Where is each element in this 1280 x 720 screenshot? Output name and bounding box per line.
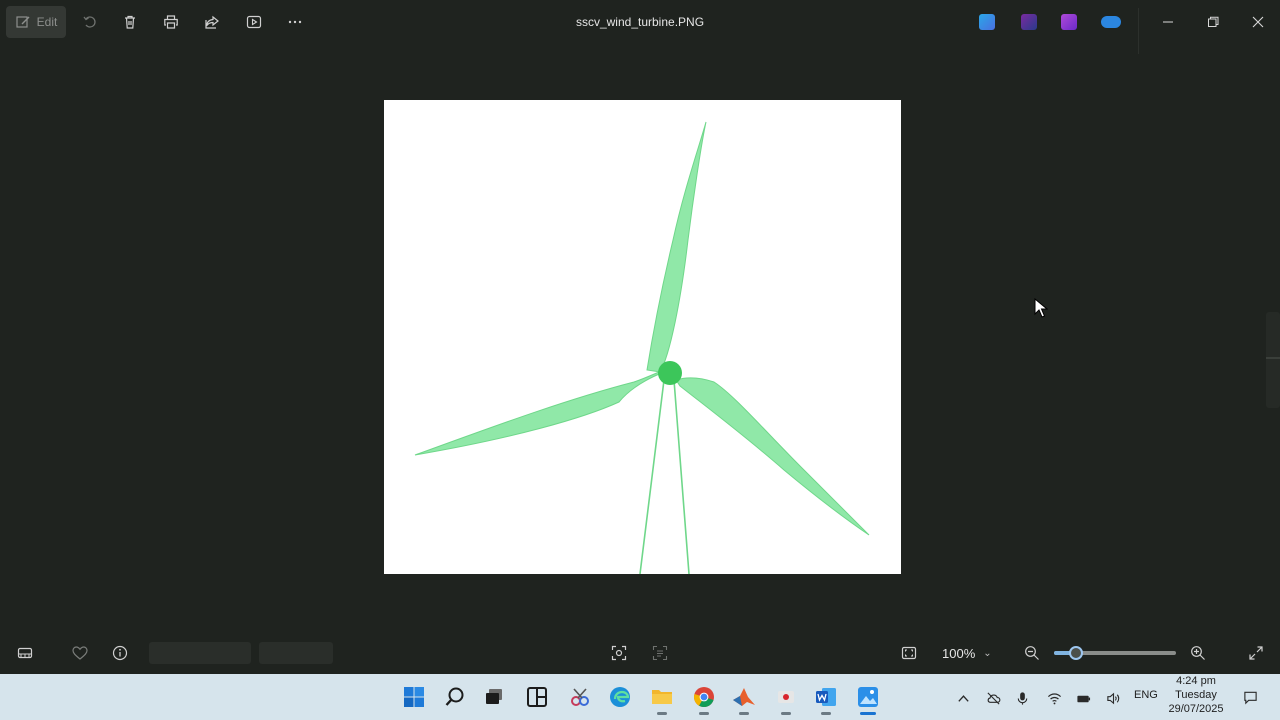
word-button[interactable] [812, 683, 840, 715]
chevron-down-icon: ⌄ [983, 647, 992, 659]
chevron-up-icon [957, 694, 969, 702]
video-editor-icon[interactable] [1061, 14, 1077, 30]
chat-bubble-icon [1243, 691, 1257, 704]
running-indicator [699, 712, 709, 715]
visual-search-button[interactable] [607, 641, 631, 665]
zoom-value: 100% [942, 645, 976, 661]
edge-icon [610, 687, 630, 707]
folder-icon [652, 690, 672, 704]
clock-date: 29/07/2025 [1168, 703, 1224, 715]
speaker-icon [1106, 692, 1119, 704]
running-indicator [739, 712, 749, 715]
microphone-button[interactable] [1012, 688, 1032, 708]
task-view-button[interactable] [480, 683, 508, 711]
start-button[interactable] [400, 683, 428, 711]
expand-icon [1249, 646, 1263, 660]
window-title: sscv_wind_turbine.PNG [575, 15, 705, 29]
maximize-button[interactable] [1197, 8, 1229, 36]
info-icon [112, 645, 128, 661]
mouse-cursor-icon [1034, 298, 1048, 318]
scrollbar[interactable] [1266, 312, 1280, 408]
taskbar: ENG 4:24 pm Tuesday 29/07/2025 [0, 674, 1280, 720]
turbine-blade-right [675, 377, 870, 536]
zoom-out-button[interactable] [1020, 641, 1044, 665]
wifi-icon [1047, 692, 1061, 704]
onedrive-icon[interactable] [1101, 16, 1121, 28]
copy-text-button[interactable] [648, 641, 672, 665]
turbine-blade-left [414, 369, 665, 456]
wind-turbine-image [414, 121, 870, 574]
turbine-tower [639, 379, 690, 574]
snipping-icon [571, 688, 589, 706]
recorder-button[interactable] [772, 683, 800, 715]
file-info-button[interactable] [108, 641, 132, 665]
bottom-toolbar: 100% ⌄ [0, 634, 1280, 672]
clock-weekday: Tuesday [1175, 689, 1217, 701]
running-indicator [781, 712, 791, 715]
restore-icon [1208, 16, 1219, 27]
running-indicator [821, 712, 831, 715]
text-scan-icon [652, 645, 668, 661]
full-screen-button[interactable] [1244, 641, 1268, 665]
file-explorer-button[interactable] [648, 683, 676, 715]
heart-icon [72, 646, 88, 660]
filmstrip-icon [17, 647, 33, 659]
designer-icon[interactable] [979, 14, 995, 30]
close-button[interactable] [1242, 8, 1274, 36]
top-toolbar: Edit sscv_wind_turbine.PNG [0, 0, 1280, 54]
snipping-tool-button[interactable] [566, 683, 594, 711]
chrome-icon [694, 687, 714, 708]
cloud-off-icon [986, 691, 1000, 705]
show-hidden-icons-button[interactable] [953, 688, 973, 708]
record-icon [778, 691, 794, 703]
fit-window-icon [901, 646, 917, 660]
clock[interactable]: 4:24 pm Tuesday 29/07/2025 [1160, 674, 1232, 716]
minimize-button[interactable] [1152, 8, 1184, 36]
placeholder-bar [149, 642, 251, 664]
photos-icon [858, 687, 878, 707]
matlab-icon [733, 688, 755, 706]
clock-time: 4:24 pm [1176, 675, 1216, 687]
windows-logo-icon [404, 687, 424, 707]
task-view-icon [486, 689, 502, 704]
search-button[interactable] [441, 683, 469, 711]
widgets-icon [527, 687, 547, 707]
visual-search-icon [611, 645, 627, 661]
zoom-in-button[interactable] [1186, 641, 1210, 665]
edge-button[interactable] [606, 683, 634, 711]
divider [1138, 8, 1139, 54]
widgets-button[interactable] [523, 683, 551, 711]
zoom-in-icon [1191, 646, 1205, 660]
turbine-hub [658, 361, 682, 385]
filmstrip-button[interactable] [13, 641, 37, 665]
matlab-button[interactable] [730, 683, 758, 715]
zoom-slider-thumb[interactable] [1068, 646, 1083, 660]
photos-button[interactable] [854, 683, 882, 715]
placeholder-bar [259, 642, 333, 664]
active-indicator [860, 712, 876, 715]
image-canvas[interactable] [384, 100, 901, 574]
battery-button[interactable] [1073, 688, 1093, 708]
language-indicator[interactable]: ENG [1134, 689, 1158, 701]
minimize-icon [1163, 21, 1173, 23]
zoom-dropdown[interactable]: 100% ⌄ [934, 641, 1006, 665]
fit-to-window-button[interactable] [897, 641, 921, 665]
onedrive-tray-button[interactable] [983, 688, 1003, 708]
zoom-slider[interactable] [1054, 646, 1176, 660]
word-icon [816, 688, 836, 706]
notifications-button[interactable] [1239, 686, 1261, 708]
chrome-button[interactable] [690, 683, 718, 715]
clipchamp-icon[interactable] [1021, 14, 1037, 30]
battery-icon [1076, 695, 1090, 702]
close-icon [1252, 16, 1264, 28]
favorite-button[interactable] [68, 641, 92, 665]
network-button[interactable] [1044, 688, 1064, 708]
search-icon [445, 687, 464, 706]
microphone-icon [1017, 691, 1027, 705]
volume-button[interactable] [1103, 688, 1123, 708]
scrollbar-grip [1266, 357, 1280, 359]
zoom-out-icon [1025, 646, 1039, 660]
running-indicator [657, 712, 667, 715]
